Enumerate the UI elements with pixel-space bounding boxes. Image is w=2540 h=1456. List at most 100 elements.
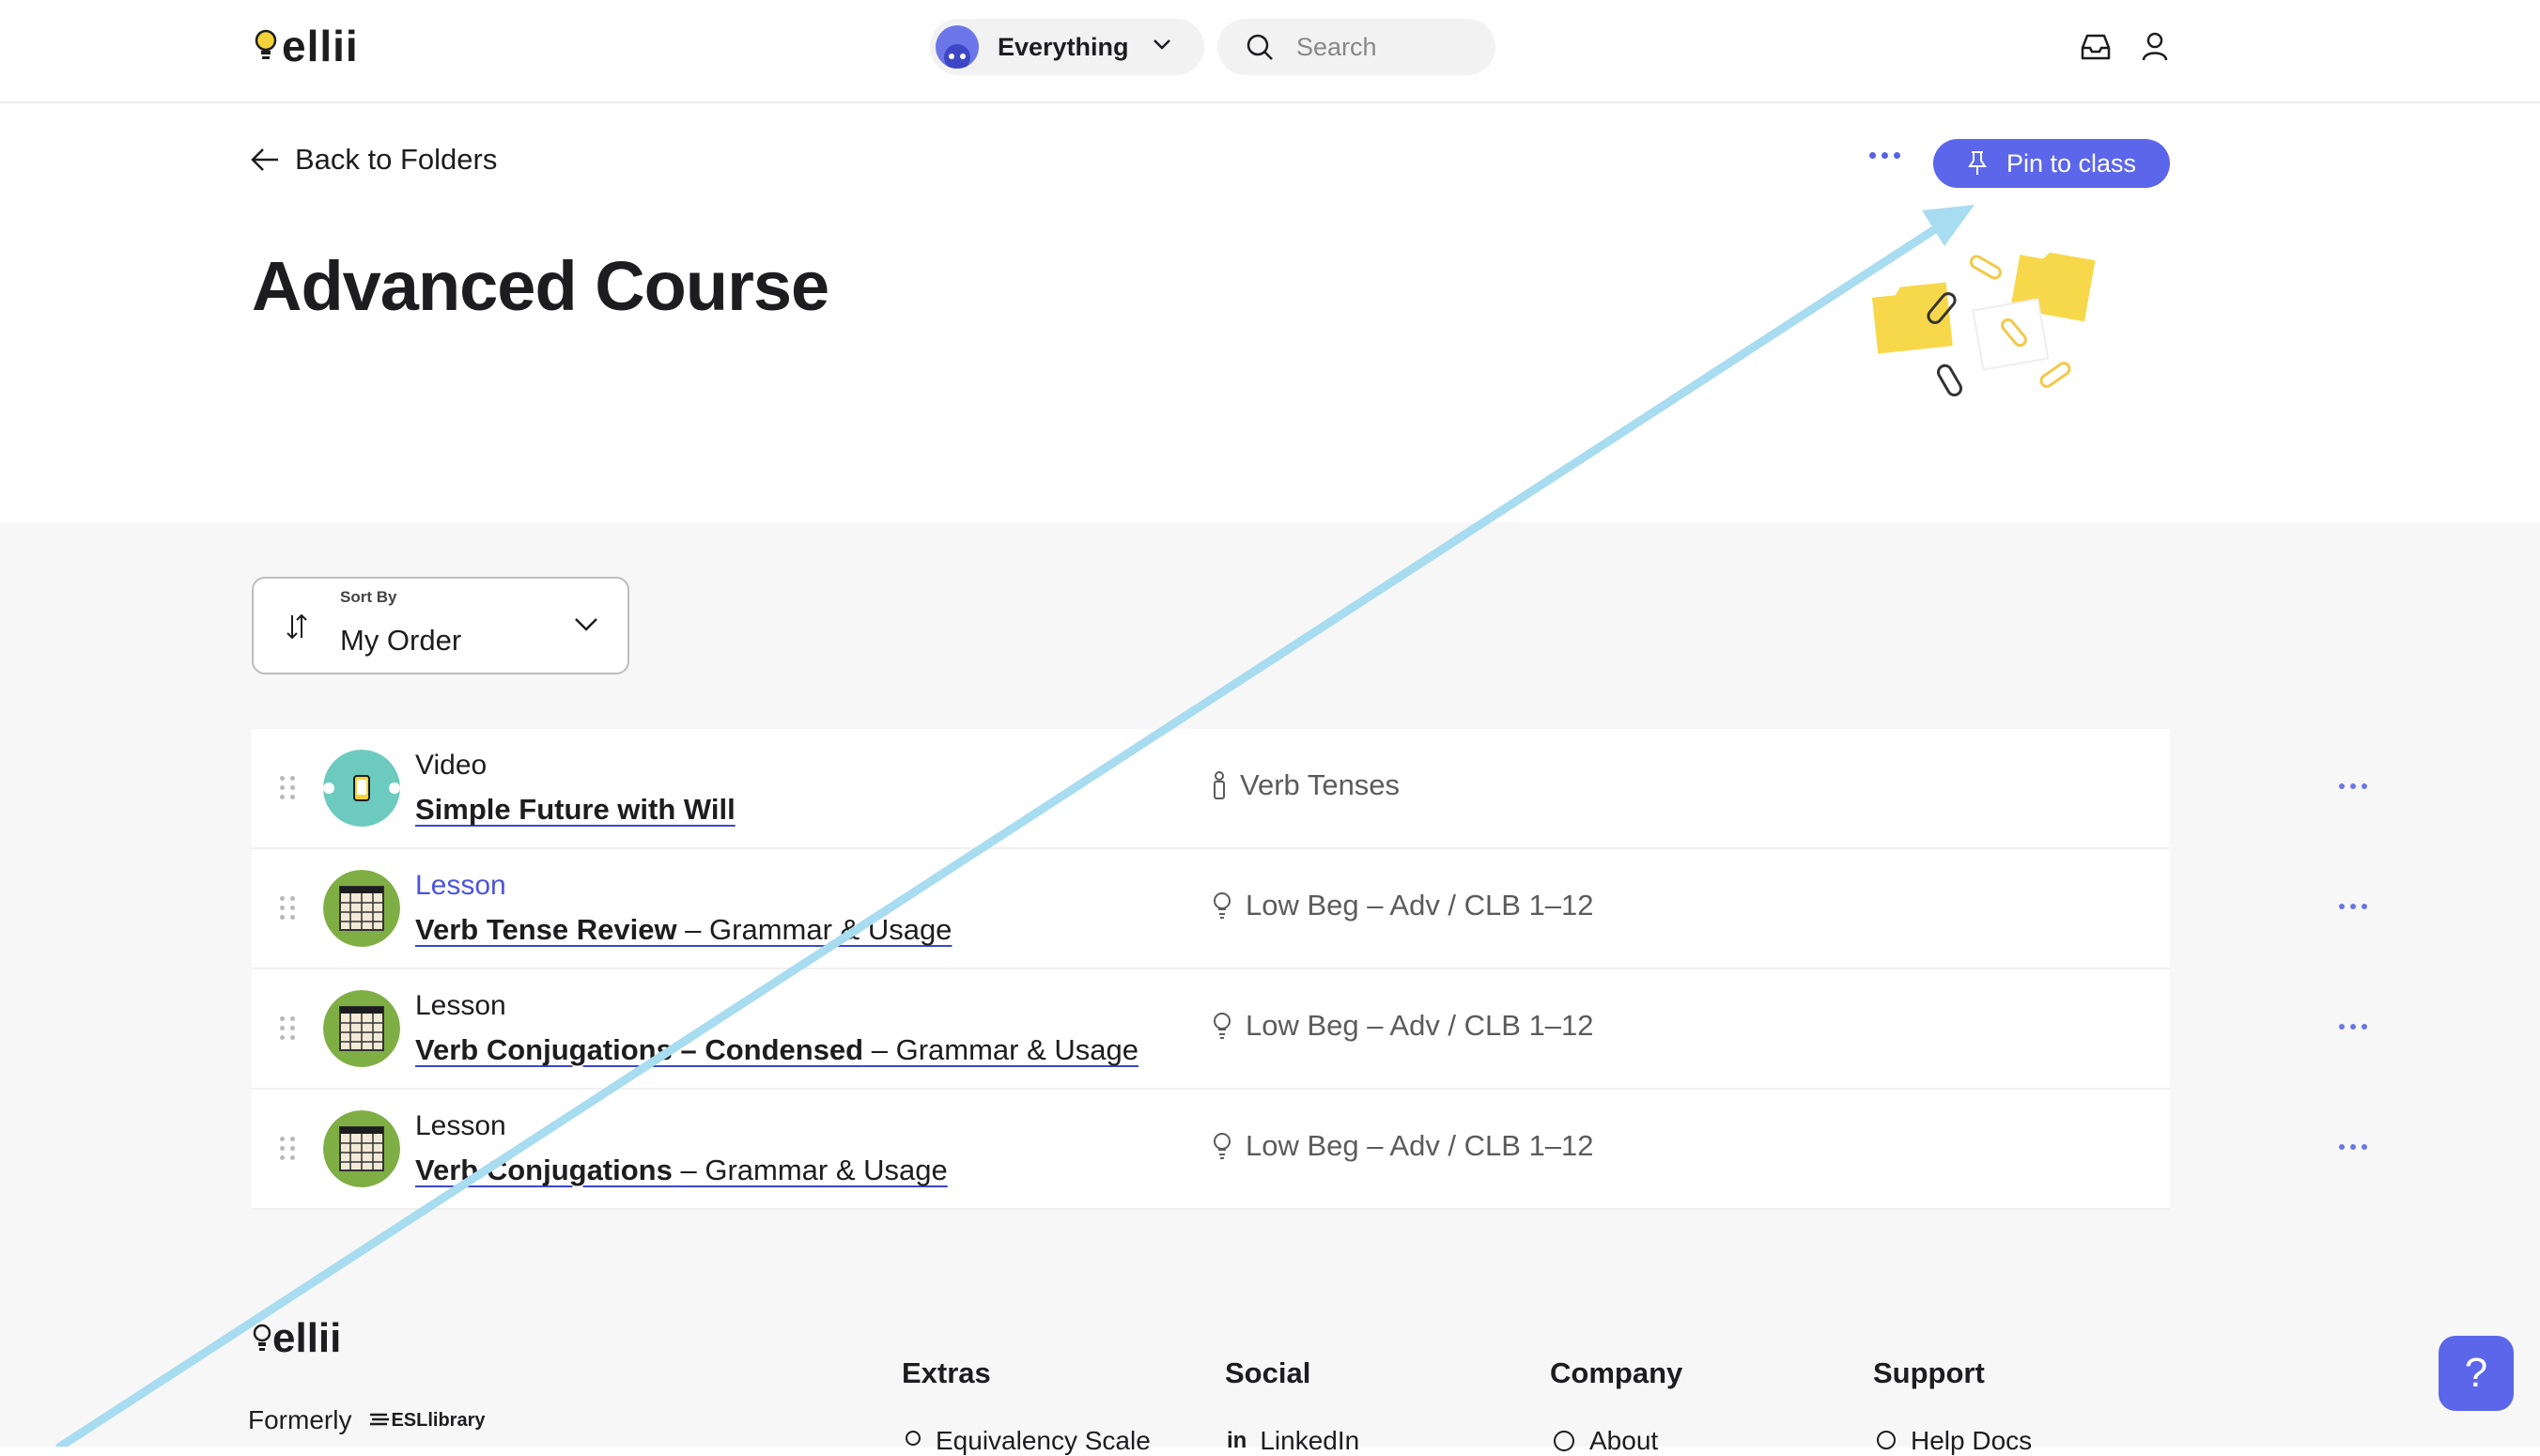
esl-library-icon: [370, 1413, 390, 1426]
footer-heading-company: Company: [1550, 1356, 1683, 1389]
item-title-link[interactable]: Simple Future with Will: [415, 793, 736, 827]
sort-arrows-icon: [287, 613, 307, 640]
item-title-bold: Simple Future with Will: [415, 793, 736, 826]
item-title-link[interactable]: Verb Tense Review – Grammar & Usage: [415, 913, 952, 947]
item-more-options-button[interactable]: [2339, 1144, 2367, 1150]
lesson-thumbnail-icon: [323, 990, 400, 1067]
item-title-link[interactable]: Verb Conjugations – Condensed – Grammar …: [415, 1033, 1138, 1067]
scope-label: Everything: [998, 32, 1129, 61]
more-dot: [1894, 152, 1900, 159]
chevron-down-icon: [575, 618, 597, 631]
drag-handle-icon[interactable]: [280, 776, 296, 799]
page-title: Advanced Course: [252, 247, 829, 325]
footer-link-about[interactable]: About: [1552, 1426, 1658, 1456]
list-item[interactable]: Video Simple Future with Will Verb Tense…: [252, 729, 2367, 849]
inbox-icon[interactable]: [2080, 32, 2112, 62]
lesson-thumbnail-icon: [323, 870, 400, 947]
lightbulb-logo-icon: [255, 29, 277, 59]
footer-link-label: Help Docs: [1911, 1426, 2033, 1455]
folders-illustration: [1871, 252, 2096, 397]
info-icon: [1554, 1431, 1574, 1451]
linkedin-icon: in: [1227, 1428, 1247, 1453]
item-title-rest: – Grammar & Usage: [863, 1033, 1138, 1066]
scope-avatar-icon: [936, 25, 979, 69]
footer-heading-social: Social: [1225, 1356, 1311, 1389]
arrow-left-icon: [251, 148, 278, 171]
search-icon: [1247, 34, 1273, 60]
folder-more-options-button[interactable]: [1869, 152, 1900, 159]
lightbulb-icon: [906, 1431, 921, 1446]
list-item[interactable]: Lesson Verb Tense Review – Grammar & Usa…: [252, 849, 2367, 969]
footer-logo-text: ellii: [272, 1315, 342, 1361]
video-thumbnail-icon: [323, 750, 400, 827]
help-icon: [1877, 1431, 1896, 1449]
item-meta: Low Beg – Adv / CLB 1–12: [1212, 1009, 1594, 1043]
more-dot: [1882, 152, 1888, 159]
item-more-options-button[interactable]: [2339, 1024, 2367, 1030]
item-meta-text: Low Beg – Adv / CLB 1–12: [1246, 889, 1594, 922]
sort-caption: Sort By: [340, 588, 397, 606]
item-title-bold: Verb Conjugations: [415, 1154, 673, 1186]
search-input[interactable]: [1294, 31, 1464, 63]
item-meta: Low Beg – Adv / CLB 1–12: [1212, 889, 1594, 922]
pin-label: Pin to class: [2006, 148, 2137, 178]
footer-link-label: Equivalency Scale: [936, 1426, 1151, 1455]
footer-link-help-docs[interactable]: Help Docs: [1875, 1426, 2032, 1456]
item-meta-text: Verb Tenses: [1240, 768, 1401, 801]
folder-items-list: Video Simple Future with Will Verb Tense…: [252, 729, 2367, 1210]
footer-link-label: About: [1589, 1426, 1659, 1455]
item-type: Video: [415, 750, 488, 781]
item-title-rest: – Grammar & Usage: [672, 1154, 948, 1186]
pin-icon: [1968, 151, 1987, 175]
item-type: Lesson: [415, 1110, 506, 1141]
item-type: Lesson: [415, 990, 506, 1021]
lightbulb-icon: [1214, 1013, 1231, 1039]
esl-library-logo: ESLlibrary: [368, 1409, 486, 1432]
more-dot: [1869, 152, 1876, 159]
item-title-rest: – Grammar & Usage: [676, 913, 952, 946]
search-scope-dropdown[interactable]: Everything: [930, 19, 1204, 75]
ellii-logo[interactable]: ellii: [254, 21, 359, 71]
esl-library-text: ESLlibrary: [391, 1409, 486, 1431]
top-navigation-bar: ellii Everything: [0, 0, 2540, 103]
item-type: Lesson: [415, 870, 506, 901]
back-label: Back to Folders: [295, 143, 498, 176]
lightbulb-icon: [1214, 892, 1231, 919]
help-chat-button[interactable]: ?: [2439, 1336, 2514, 1411]
formerly-note: Formerly ESLlibrary: [248, 1405, 486, 1435]
drag-handle-icon[interactable]: [280, 1137, 296, 1160]
logo-text: ellii: [282, 22, 359, 70]
item-meta: Verb Tenses: [1212, 768, 1400, 802]
item-more-options-button[interactable]: [2339, 904, 2367, 909]
search-box[interactable]: [1217, 19, 1495, 75]
drag-handle-icon[interactable]: [280, 896, 296, 920]
item-title-link[interactable]: Verb Conjugations – Grammar & Usage: [415, 1154, 948, 1187]
sort-by-dropdown[interactable]: Sort By My Order: [252, 577, 629, 674]
item-meta-text: Low Beg – Adv / CLB 1–12: [1246, 1009, 1594, 1042]
sort-value: My Order: [340, 624, 462, 657]
footer-link-linkedin[interactable]: in LinkedIn: [1227, 1426, 1359, 1456]
item-title-bold: Verb Tense Review: [415, 913, 677, 946]
back-to-folders-link[interactable]: Back to Folders: [250, 143, 497, 177]
item-title-bold: Verb Conjugations – Condensed: [415, 1033, 864, 1066]
footer-heading-extras: Extras: [902, 1356, 991, 1389]
pin-to-class-button[interactable]: Pin to class: [1933, 139, 2170, 188]
drag-handle-icon[interactable]: [280, 1016, 296, 1040]
footer-link-label: LinkedIn: [1260, 1426, 1360, 1455]
lightbulb-logo-icon: [253, 1324, 271, 1351]
footer-link-equivalency-scale[interactable]: Equivalency Scale: [904, 1426, 1151, 1456]
list-item[interactable]: Lesson Verb Conjugations – Condensed – G…: [252, 969, 2367, 1090]
help-question-icon: ?: [2464, 1350, 2488, 1396]
footer-logo[interactable]: ellii: [252, 1315, 341, 1362]
lesson-thumbnail-icon: [323, 1110, 400, 1187]
item-more-options-button[interactable]: [2339, 783, 2367, 789]
user-icon[interactable]: [2142, 32, 2168, 62]
item-meta: Low Beg – Adv / CLB 1–12: [1212, 1129, 1594, 1163]
list-item[interactable]: Lesson Verb Conjugations – Grammar & Usa…: [252, 1090, 2367, 1210]
item-meta-text: Low Beg – Adv / CLB 1–12: [1246, 1129, 1594, 1162]
chevron-down-icon: [1154, 39, 1170, 50]
lightbulb-icon: [1214, 1133, 1231, 1159]
formerly-label: Formerly: [248, 1405, 352, 1434]
tag-icon: [1214, 771, 1225, 799]
footer-heading-support: Support: [1873, 1356, 1985, 1389]
